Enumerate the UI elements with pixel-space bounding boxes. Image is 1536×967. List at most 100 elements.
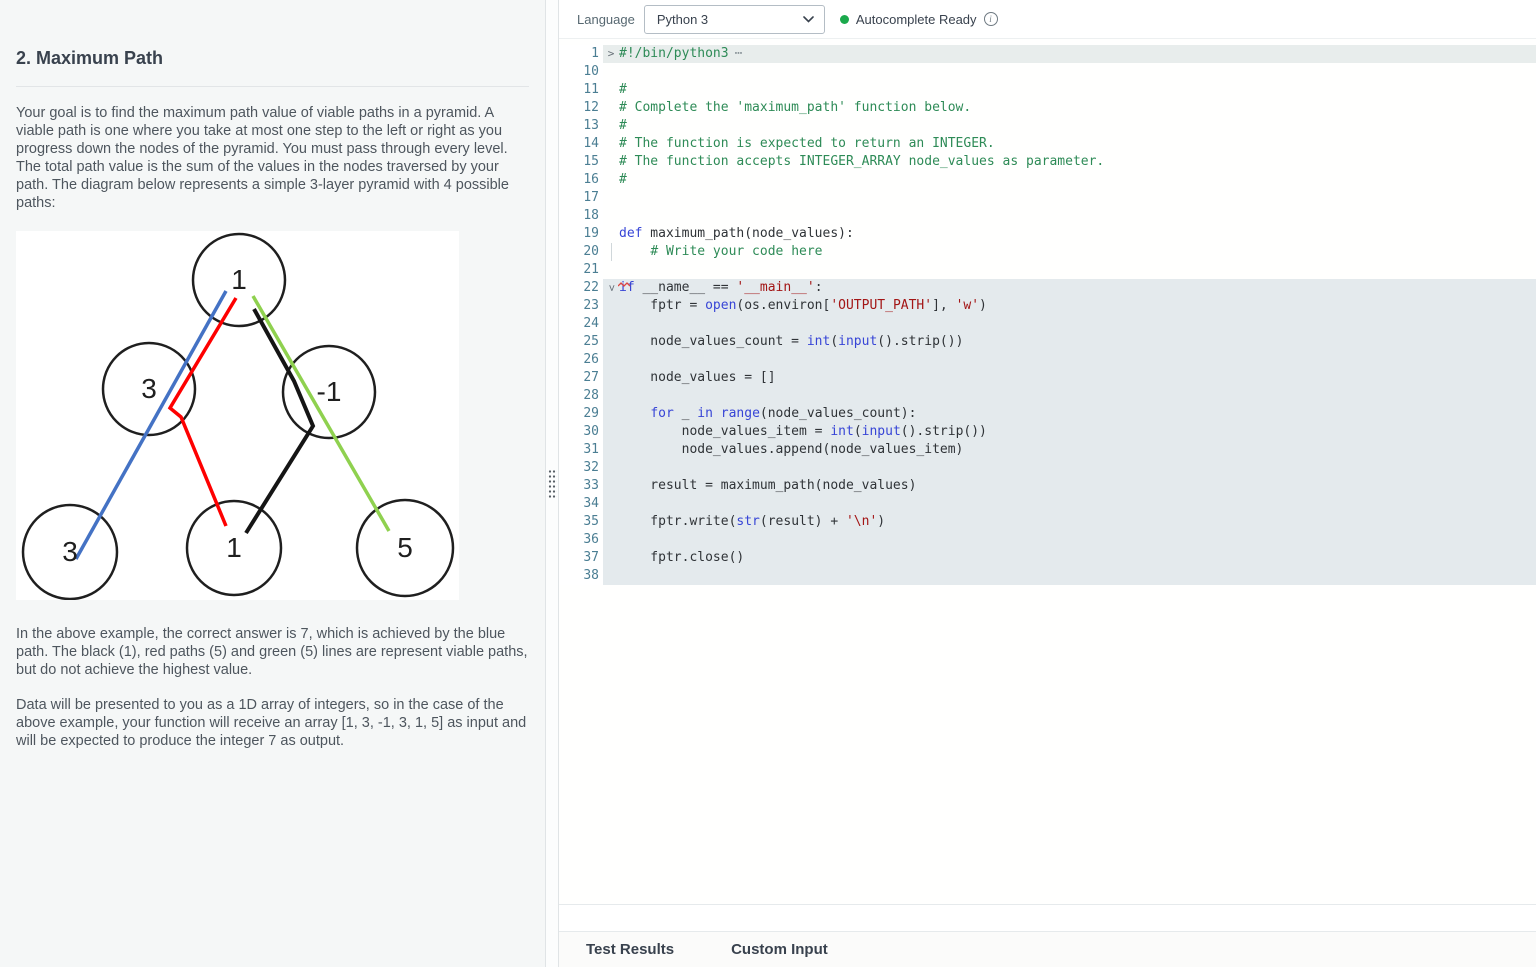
code-text: # Write your code here	[619, 243, 823, 261]
panel-splitter[interactable]	[545, 0, 559, 967]
fold-spacer	[603, 531, 619, 549]
code-line-body	[603, 315, 1536, 333]
pyramid-node-value: 1	[226, 532, 242, 563]
code-text: result = maximum_path(node_values)	[619, 477, 916, 495]
fold-spacer	[603, 117, 619, 135]
code-line-body	[603, 261, 1536, 279]
language-select[interactable]: Python 3	[644, 5, 825, 34]
language-label: Language	[577, 12, 635, 27]
line-number: 30	[559, 423, 603, 441]
code-line-24[interactable]: 24	[559, 315, 1536, 333]
fold-spacer	[603, 423, 619, 441]
code-lines: 1>#!/bin/python3⋯1011#12# Complete the '…	[559, 45, 1536, 585]
results-tabbar: Test Results Custom Input	[559, 931, 1536, 967]
code-line-36[interactable]: 36	[559, 531, 1536, 549]
code-line-37[interactable]: 37 fptr.close()	[559, 549, 1536, 567]
tab-custom-input[interactable]: Custom Input	[731, 941, 828, 958]
code-text: #	[619, 171, 627, 189]
code-line-16[interactable]: 16#	[559, 171, 1536, 189]
line-number: 13	[559, 117, 603, 135]
fold-collapsed-icon[interactable]: >	[603, 45, 619, 63]
code-line-body	[603, 189, 1536, 207]
pyramid-node-value: 1	[231, 264, 247, 295]
autocomplete-status: Autocomplete Ready i	[840, 12, 998, 27]
code-line-33[interactable]: 33 result = maximum_path(node_values)	[559, 477, 1536, 495]
line-number: 18	[559, 207, 603, 225]
code-line-23[interactable]: 23 fptr = open(os.environ['OUTPUT_PATH']…	[559, 297, 1536, 315]
code-line-12[interactable]: 12# Complete the 'maximum_path' function…	[559, 99, 1536, 117]
code-line-21[interactable]: 21	[559, 261, 1536, 279]
fold-spacer	[603, 513, 619, 531]
code-line-body: #	[603, 171, 1536, 189]
code-line-31[interactable]: 31 node_values.append(node_values_item)	[559, 441, 1536, 459]
indent-guide	[611, 243, 612, 261]
code-text: def maximum_path(node_values):	[619, 225, 854, 243]
code-line-29[interactable]: 29 for _ in range(node_values_count):	[559, 405, 1536, 423]
problem-paragraph-2: In the above example, the correct answer…	[16, 625, 529, 679]
code-line-14[interactable]: 14# The function is expected to return a…	[559, 135, 1536, 153]
line-number: 1	[559, 45, 603, 63]
line-number: 24	[559, 315, 603, 333]
code-line-1[interactable]: 1>#!/bin/python3⋯	[559, 45, 1536, 63]
code-line-25[interactable]: 25 node_values_count = int(input().strip…	[559, 333, 1536, 351]
code-line-22[interactable]: 22>if __name__ == '__main__':	[559, 279, 1536, 297]
splitter-grip-icon[interactable]	[547, 468, 557, 499]
pyramid-node-value: 3	[62, 536, 78, 567]
fold-spacer	[603, 63, 619, 81]
fold-expanded-icon[interactable]: >	[603, 279, 619, 297]
code-line-body: def maximum_path(node_values):	[603, 225, 1536, 243]
code-line-34[interactable]: 34	[559, 495, 1536, 513]
code-line-10[interactable]: 10	[559, 63, 1536, 81]
code-text: if __name__ == '__main__':	[619, 279, 823, 297]
info-icon[interactable]: i	[984, 12, 998, 26]
code-line-19[interactable]: 19def maximum_path(node_values):	[559, 225, 1536, 243]
coding-challenge-page: 2. Maximum Path Your goal is to find the…	[0, 0, 1536, 967]
code-line-body	[603, 351, 1536, 369]
pyramid-diagram: 13-1315	[16, 231, 459, 600]
line-number: 37	[559, 549, 603, 567]
code-text: fptr.close()	[619, 549, 744, 567]
pyramid-node-value: -1	[317, 376, 342, 407]
line-number: 36	[559, 531, 603, 549]
code-text: fptr.write(str(result) + '\n')	[619, 513, 885, 531]
fold-spacer	[603, 207, 619, 225]
code-text: # The function accepts INTEGER_ARRAY nod…	[619, 153, 1104, 171]
code-text: node_values.append(node_values_item)	[619, 441, 963, 459]
fold-spacer	[603, 369, 619, 387]
code-line-28[interactable]: 28	[559, 387, 1536, 405]
code-line-body: >#!/bin/python3⋯	[603, 45, 1536, 63]
line-number: 38	[559, 567, 603, 585]
fold-spacer	[603, 351, 619, 369]
code-line-35[interactable]: 35 fptr.write(str(result) + '\n')	[559, 513, 1536, 531]
code-line-32[interactable]: 32	[559, 459, 1536, 477]
code-text: node_values_item = int(input().strip())	[619, 423, 987, 441]
code-line-body: node_values = []	[603, 369, 1536, 387]
code-editor[interactable]: 1>#!/bin/python3⋯1011#12# Complete the '…	[559, 39, 1536, 904]
code-line-15[interactable]: 15# The function accepts INTEGER_ARRAY n…	[559, 153, 1536, 171]
code-line-body: fptr.close()	[603, 549, 1536, 567]
pyramid-diagram-svg: 13-1315	[16, 231, 459, 600]
code-line-18[interactable]: 18	[559, 207, 1536, 225]
tab-test-results[interactable]: Test Results	[586, 941, 674, 958]
code-line-body	[603, 387, 1536, 405]
code-line-13[interactable]: 13#	[559, 117, 1536, 135]
language-selected-value: Python 3	[657, 12, 708, 27]
code-text: # The function is expected to return an …	[619, 135, 995, 153]
code-text: node_values_count = int(input().strip())	[619, 333, 963, 351]
line-number: 21	[559, 261, 603, 279]
code-line-17[interactable]: 17	[559, 189, 1536, 207]
code-line-20[interactable]: 20 # Write your code here	[559, 243, 1536, 261]
code-line-26[interactable]: 26	[559, 351, 1536, 369]
line-number: 35	[559, 513, 603, 531]
line-number: 20	[559, 243, 603, 261]
code-line-30[interactable]: 30 node_values_item = int(input().strip(…	[559, 423, 1536, 441]
code-line-38[interactable]: 38	[559, 567, 1536, 585]
fold-spacer	[603, 459, 619, 477]
fold-spacer	[603, 225, 619, 243]
code-line-body	[603, 459, 1536, 477]
problem-panel: 2. Maximum Path Your goal is to find the…	[0, 0, 545, 967]
line-number: 29	[559, 405, 603, 423]
code-line-27[interactable]: 27 node_values = []	[559, 369, 1536, 387]
code-line-body: # Write your code here	[603, 243, 1536, 261]
code-line-11[interactable]: 11#	[559, 81, 1536, 99]
